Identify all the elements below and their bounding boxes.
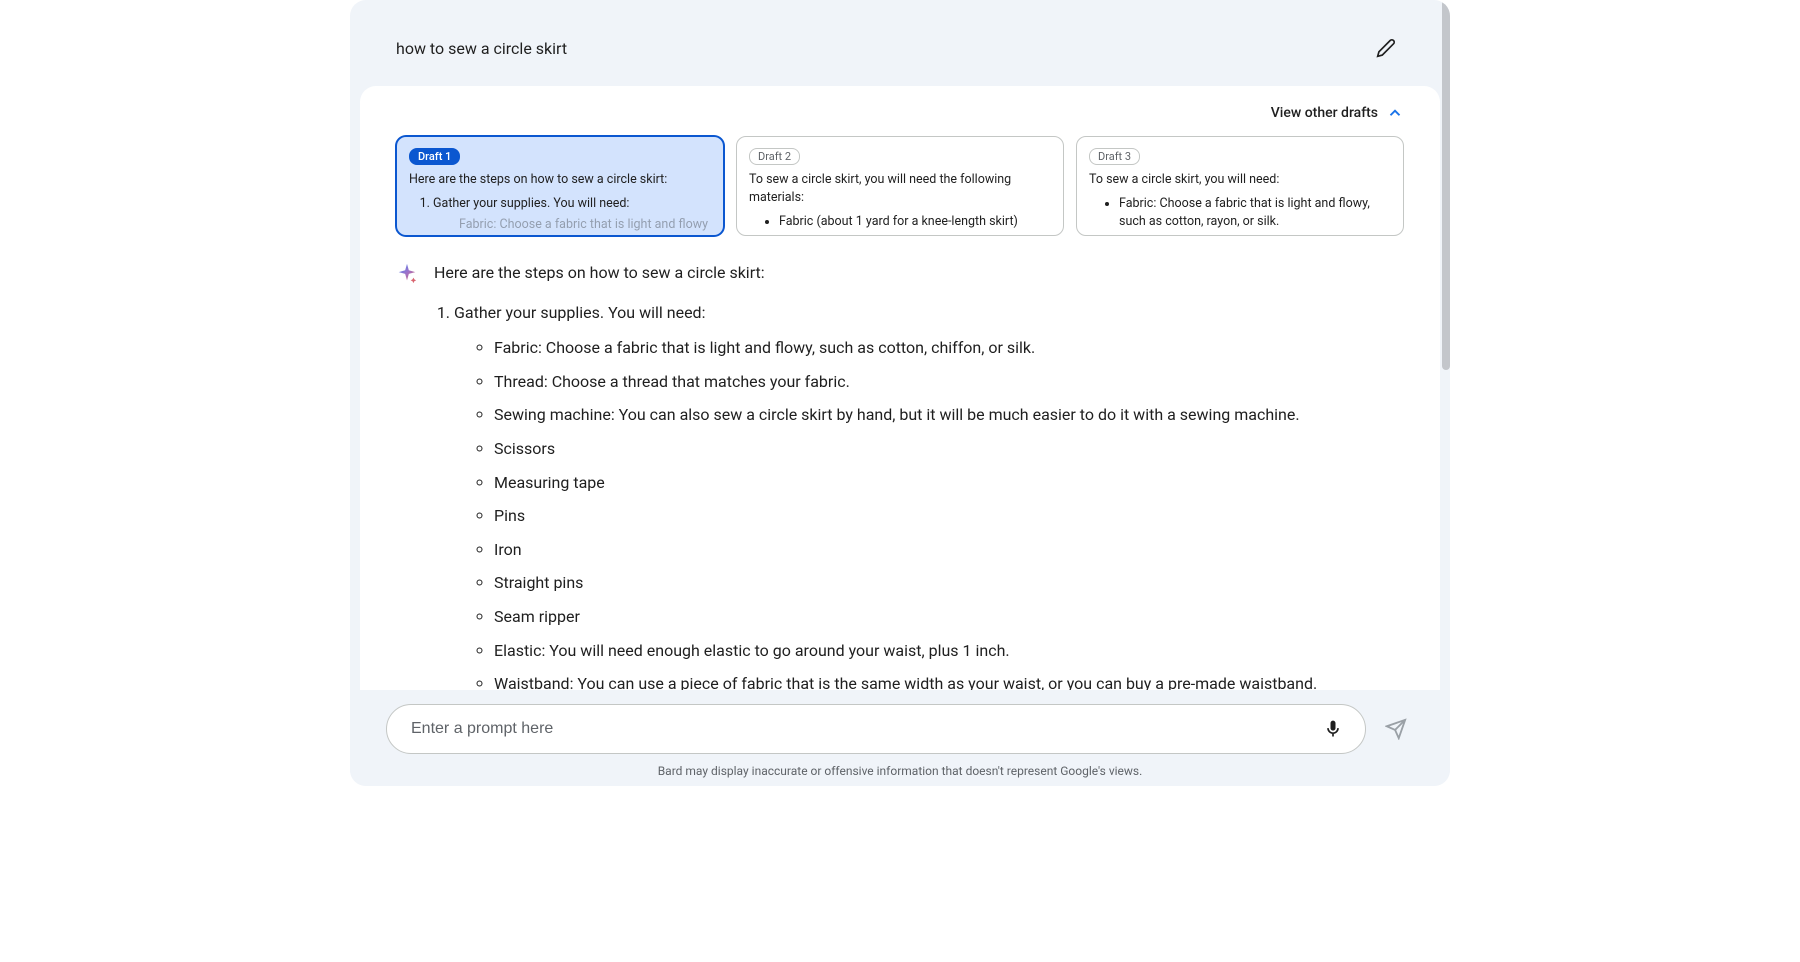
bard-spark-icon <box>396 262 418 288</box>
chevron-up-icon <box>1386 104 1404 122</box>
draft-preview-item: Fabric (about 1 yard for a knee-length s… <box>779 213 1051 231</box>
scrollbar[interactable] <box>1442 0 1450 370</box>
draft-card-1[interactable]: Draft 1 Here are the steps on how to sew… <box>396 136 724 236</box>
draft-card-3[interactable]: Draft 3 To sew a circle skirt, you will … <box>1076 136 1404 236</box>
send-icon <box>1385 718 1407 740</box>
draft-preview-item: Thread <box>779 235 1051 236</box>
answer-body: Here are the steps on how to sew a circl… <box>396 260 1404 690</box>
draft-preview: Here are the steps on how to sew a circl… <box>409 171 711 213</box>
supply-item: Sewing machine: You can also sew a circl… <box>494 402 1404 428</box>
drafts-row: Draft 1 Here are the steps on how to sew… <box>396 136 1404 236</box>
supply-item: Pins <box>494 503 1404 529</box>
draft-badge: Draft 1 <box>409 148 460 165</box>
supply-item: Fabric: Choose a fabric that is light an… <box>494 335 1404 361</box>
answer-step-1-text: Gather your supplies. You will need: <box>454 303 705 322</box>
input-bar-area: Bard may display inaccurate or offensive… <box>350 690 1450 786</box>
answer-step-1: Gather your supplies. You will need: Fab… <box>454 300 1404 690</box>
draft-preview: To sew a circle skirt, you will need the… <box>749 171 1051 236</box>
draft-preview-item: Fabric: Choose a fabric that is light an… <box>1119 195 1391 231</box>
supply-item: Iron <box>494 537 1404 563</box>
supply-item: Waistband: You can use a piece of fabric… <box>494 671 1404 690</box>
answer-intro: Here are the steps on how to sew a circl… <box>434 260 1404 286</box>
supply-item: Elastic: You will need enough elastic to… <box>494 638 1404 664</box>
supply-item: Scissors <box>494 436 1404 462</box>
user-prompt-text: how to sew a circle skirt <box>396 39 567 58</box>
draft-preview-intro: To sew a circle skirt, you will need the… <box>749 171 1051 207</box>
disclaimer-text: Bard may display inaccurate or offensive… <box>386 764 1414 778</box>
draft-card-2[interactable]: Draft 2 To sew a circle skirt, you will … <box>736 136 1064 236</box>
draft-preview-item: Gather your supplies. You will need: <box>433 195 711 213</box>
supply-item: Thread: Choose a thread that matches you… <box>494 369 1404 395</box>
answer-content: Here are the steps on how to sew a circl… <box>434 260 1404 690</box>
microphone-icon <box>1323 719 1343 739</box>
draft-preview: To sew a circle skirt, you will need: Fa… <box>1089 171 1391 231</box>
prompt-input[interactable] <box>411 720 1315 738</box>
draft-badge: Draft 3 <box>1089 148 1140 165</box>
drafts-toggle-label: View other drafts <box>1271 105 1378 121</box>
supply-item: Straight pins <box>494 570 1404 596</box>
input-bar <box>386 704 1414 754</box>
send-button[interactable] <box>1378 711 1414 747</box>
response-card: View other drafts Draft 1 Here are the s… <box>360 86 1440 690</box>
mic-button[interactable] <box>1315 711 1351 747</box>
supply-item: Seam ripper <box>494 604 1404 630</box>
prompt-header: how to sew a circle skirt <box>350 0 1450 86</box>
pencil-icon <box>1376 38 1396 58</box>
edit-prompt-button[interactable] <box>1368 30 1404 66</box>
draft-badge: Draft 2 <box>749 148 800 165</box>
supply-item: Measuring tape <box>494 470 1404 496</box>
draft-preview-intro: To sew a circle skirt, you will need: <box>1089 171 1391 189</box>
app-container: how to sew a circle skirt View other dra… <box>350 0 1450 786</box>
drafts-toggle[interactable]: View other drafts <box>396 104 1404 122</box>
draft-preview-intro: Here are the steps on how to sew a circl… <box>409 171 711 189</box>
draft-preview-fade: Fabric: Choose a fabric that is light an… <box>409 217 711 232</box>
prompt-input-wrap <box>386 704 1366 754</box>
